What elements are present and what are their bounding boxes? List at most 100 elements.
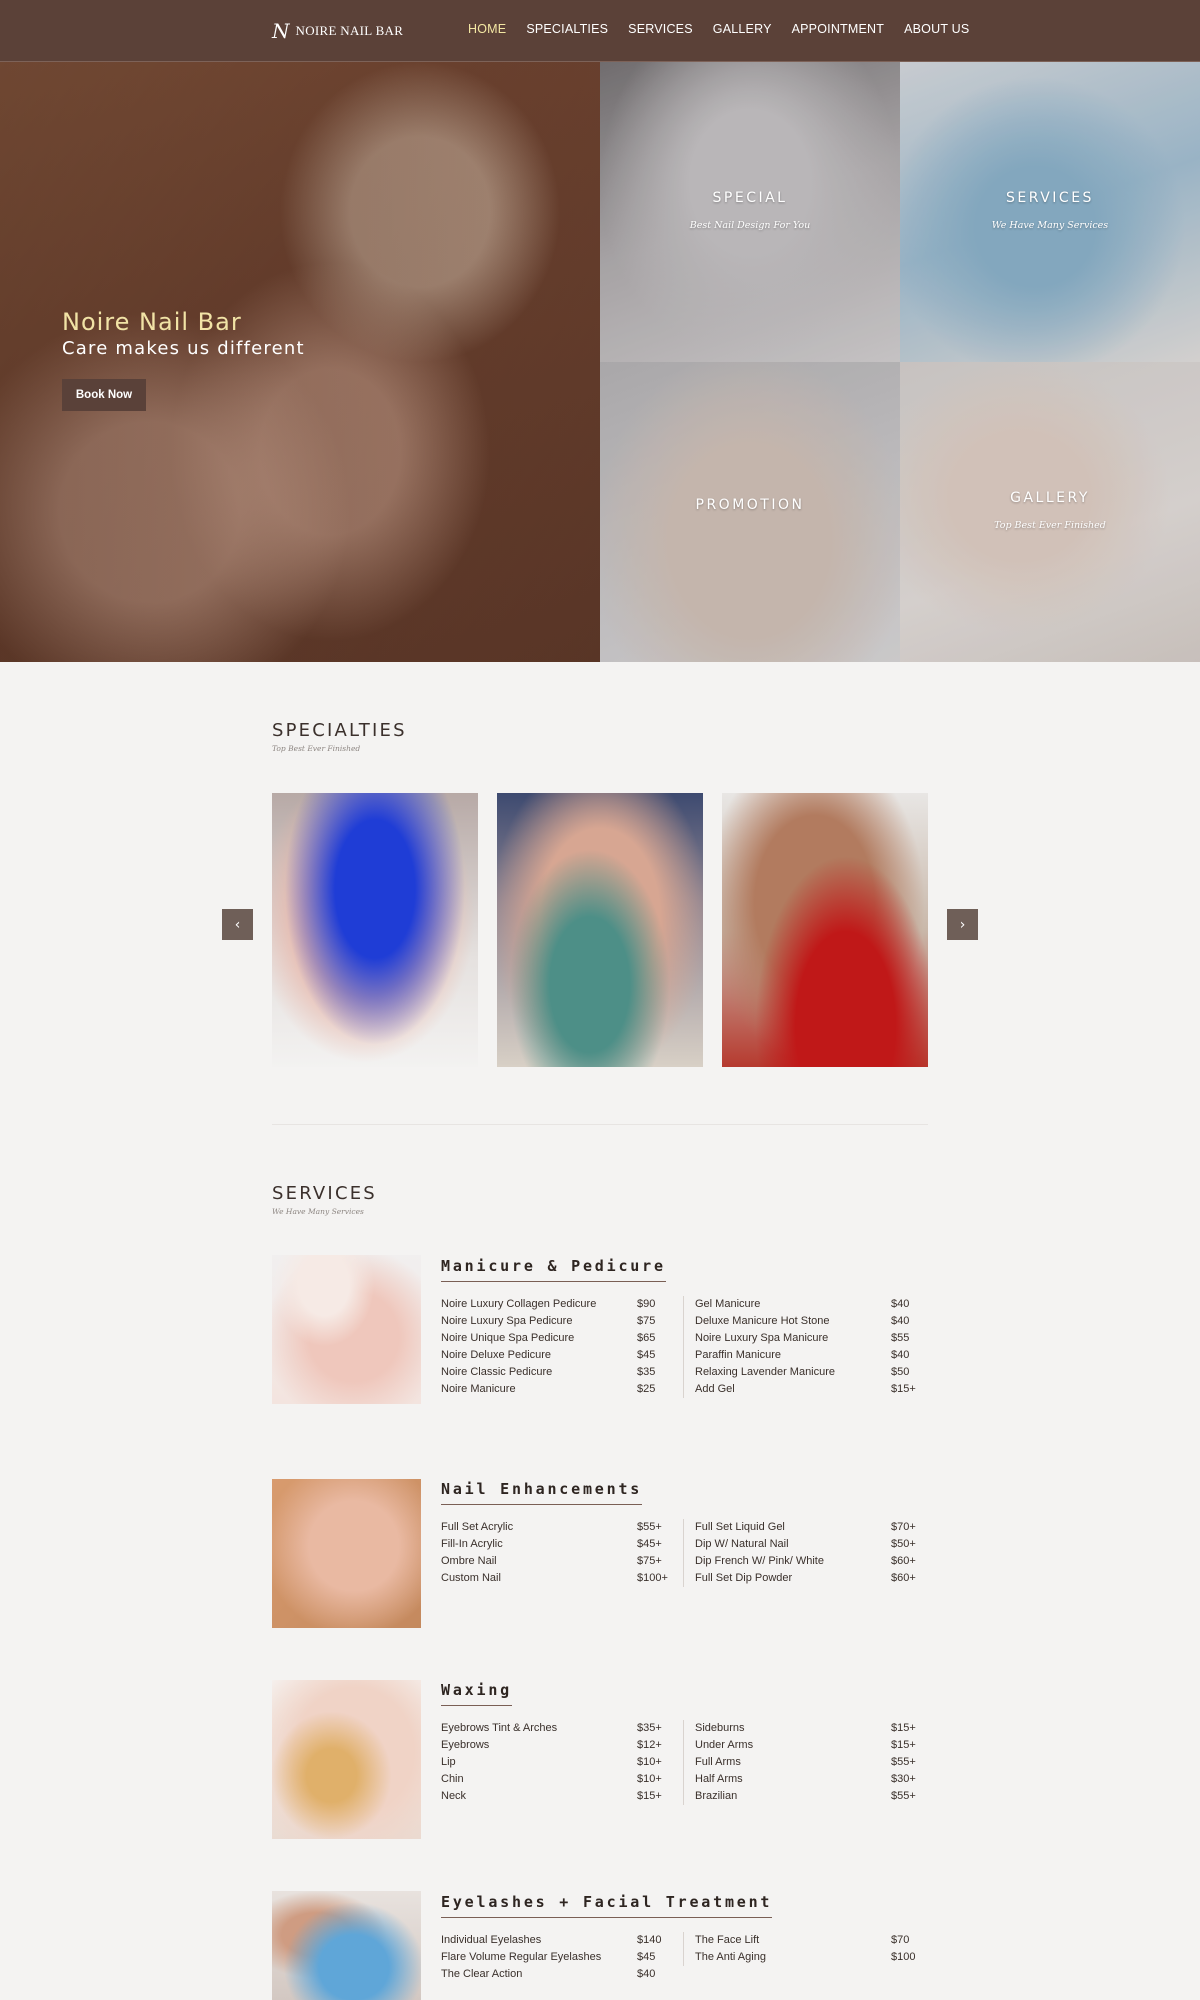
service-price: $70+ [891,1521,916,1533]
service-price: $55+ [891,1756,916,1768]
price-row: Full Set Dip Powder $60+ [695,1570,925,1587]
service-price: $40 [891,1298,910,1310]
price-row: Neck $15+ [441,1788,671,1805]
specialties-heading: SPECIALTIES [272,720,407,741]
price-row: Fill-In Acrylic $45+ [441,1536,671,1553]
hero-section: Noire Nail Bar Care makes us different B… [0,62,1200,662]
service-price: $140 [637,1934,662,1946]
tile-special[interactable]: SPECIAL Best Nail Design For You [600,62,900,362]
price-row: The Anti Aging $100 [695,1949,925,1966]
price-row: Noire Luxury Spa Manicure $55 [695,1330,925,1347]
price-list-left: Full Set Acrylic $55+ Fill-In Acrylic $45+… [441,1519,671,1587]
service-price: $50 [891,1366,910,1378]
top-navbar: N NOIRE NAIL BAR HOME SPECIALTIES SERVIC… [0,0,1200,62]
specialty-card[interactable] [497,793,703,1067]
nav-services[interactable]: SERVICES [628,22,693,36]
service-name: The Anti Aging [695,1951,766,1963]
service-name: Eyebrows Tint & Arches [441,1722,558,1734]
service-name: Noire Classic Pedicure [441,1366,553,1378]
service-name: Noire Manicure [441,1383,516,1395]
service-price: $25 [637,1383,656,1395]
service-name: Under Arms [695,1739,754,1751]
nav-gallery[interactable]: GALLERY [713,22,772,36]
price-row: Gel Manicure $40 [695,1296,925,1313]
service-name: Lip [441,1756,456,1768]
service-price: $12+ [637,1739,662,1751]
service-price: $10+ [637,1756,662,1768]
price-row: Deluxe Manicure Hot Stone $40 [695,1313,925,1330]
specialty-card[interactable] [272,793,478,1067]
service-price: $55 [891,1332,910,1344]
price-row: Noire Deluxe Pedicure $45 [441,1347,671,1364]
service-price: $60+ [891,1572,916,1584]
tile-gallery-subtitle: Top Best Ever Finished [994,520,1106,531]
service-name: The Clear Action [441,1968,523,1980]
price-list-right: Sideburns $15+ Under Arms $15+ Full Arms $5… [683,1720,925,1805]
price-row: Add Gel $15+ [695,1381,925,1398]
services-subtitle: We Have Many Services [272,1207,364,1216]
service-price: $10+ [637,1773,662,1785]
service-name: Ombre Nail [441,1555,497,1567]
service-name: Paraffin Manicure [695,1349,782,1361]
tile-services-title: SERVICES [1006,190,1094,206]
price-list-left: Eyebrows Tint & Arches $35+ Eyebrows $12+ … [441,1720,671,1805]
hero-banner-image: Noire Nail Bar Care makes us different B… [0,62,600,662]
price-row: Eyebrows Tint & Arches $35+ [441,1720,671,1737]
price-row: Ombre Nail $75+ [441,1553,671,1570]
service-name: Noire Deluxe Pedicure [441,1349,552,1361]
price-row: Dip W/ Natural Nail $50+ [695,1536,925,1553]
service-name: Chin [441,1773,464,1785]
nav-appointment[interactable]: APPOINTMENT [792,22,884,36]
price-list-right: Full Set Liquid Gel $70+ Dip W/ Natural N… [683,1519,925,1587]
service-name: Noire Luxury Spa Manicure [695,1332,829,1344]
carousel-next-button[interactable]: › [947,909,978,940]
service-name: Noire Luxury Spa Pedicure [441,1315,573,1327]
tile-gallery[interactable]: GALLERY Top Best Ever Finished [900,362,1200,662]
nav-specialties[interactable]: SPECIALTIES [526,22,608,36]
service-price: $100 [891,1951,916,1963]
price-row: Noire Luxury Collagen Pedicure $90 [441,1296,671,1313]
service-price: $40 [637,1968,656,1980]
section-divider [272,1124,928,1125]
service-price: $35+ [637,1722,662,1734]
main-menu: HOME SPECIALTIES SERVICES GALLERY APPOIN… [468,22,969,36]
price-row: Full Set Liquid Gel $70+ [695,1519,925,1536]
hero-subtitle: Care makes us different [62,338,305,359]
service-name: Full Set Acrylic [441,1521,514,1533]
tile-services-subtitle: We Have Many Services [991,220,1109,231]
service-price: $35 [637,1366,656,1378]
price-list-right: The Face Lift $70 The Anti Aging $100 [683,1932,925,1966]
service-price: $45 [637,1951,656,1963]
logo[interactable]: N NOIRE NAIL BAR [272,20,403,42]
price-row: Dip French W/ Pink/ White $60+ [695,1553,925,1570]
carousel-prev-button[interactable]: ‹ [222,909,253,940]
nav-about-us[interactable]: ABOUT US [904,22,969,36]
service-price: $70 [891,1934,910,1946]
price-row: The Clear Action $40 [441,1966,671,1983]
price-row: The Face Lift $70 [695,1932,925,1949]
service-name: The Face Lift [695,1934,760,1946]
tile-gallery-title: GALLERY [1010,490,1090,506]
waxing-image [272,1680,421,1839]
service-price: $15+ [891,1383,916,1395]
tile-promotion[interactable]: PROMOTION [600,362,900,662]
service-name: Full Set Dip Powder [695,1572,793,1584]
specialty-card[interactable] [722,793,928,1067]
service-name: Dip French W/ Pink/ White [695,1555,824,1567]
service-name: Eyebrows [441,1739,490,1751]
book-now-button[interactable]: Book Now [62,379,146,411]
tile-promotion-title: PROMOTION [695,497,805,513]
service-name: Noire Unique Spa Pedicure [441,1332,575,1344]
service-price: $60+ [891,1555,916,1567]
service-group-title: Eyelashes + Facial Treatment [441,1893,773,1918]
price-row: Individual Eyelashes $140 [441,1932,671,1949]
service-name: Sideburns [695,1722,745,1734]
service-name: Dip W/ Natural Nail [695,1538,789,1550]
price-row: Lip $10+ [441,1754,671,1771]
nav-home[interactable]: HOME [468,22,506,36]
nail-enhancements-image [272,1479,421,1628]
price-row: Noire Luxury Spa Pedicure $75 [441,1313,671,1330]
tile-services[interactable]: SERVICES We Have Many Services [900,62,1200,362]
chevron-right-icon: › [959,916,966,933]
service-name: Full Set Liquid Gel [695,1521,785,1533]
